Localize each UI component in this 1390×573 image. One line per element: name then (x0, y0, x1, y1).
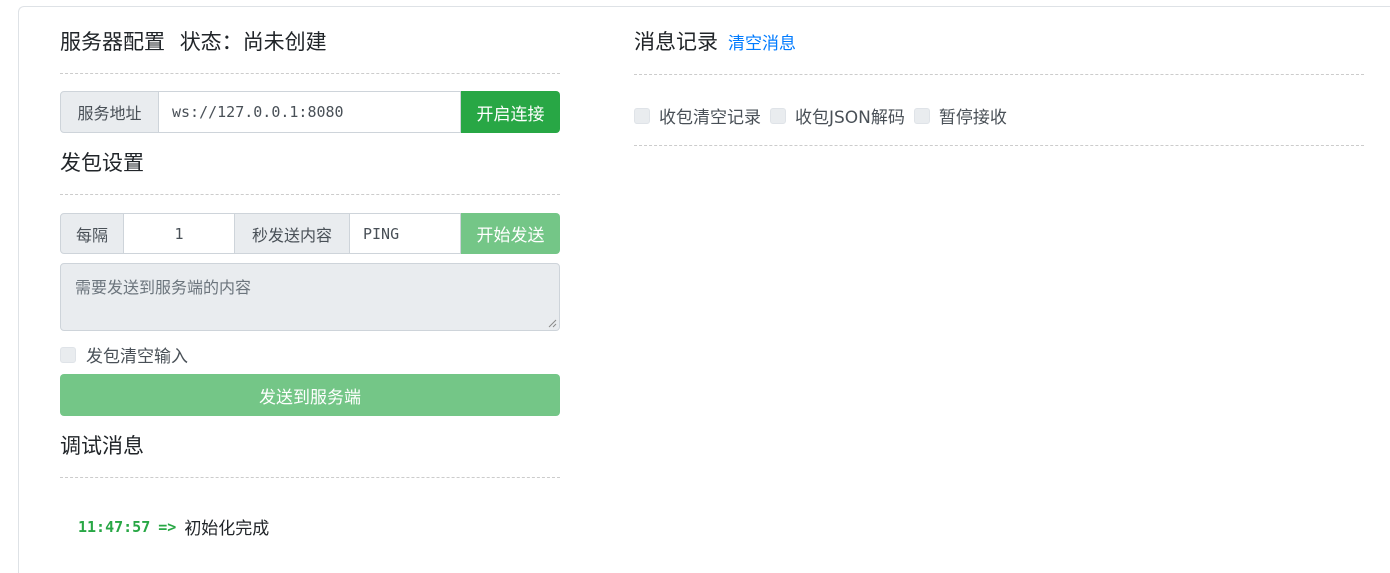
send-to-server-button[interactable]: 发送到服务端 (60, 374, 560, 416)
clear-input-label: 发包清空输入 (86, 347, 188, 367)
clear-records-label[interactable]: 收包清空记录 (659, 103, 761, 128)
message-options: 收包清空记录 收包JSON解码 暂停接收 (634, 103, 1007, 128)
server-address-group: 服务地址 ws://127.0.0.1:8080 开启连接 (60, 91, 560, 133)
log-arrow: => (158, 517, 177, 536)
every-label: 每隔 (60, 213, 124, 254)
interval-input[interactable]: 1 (124, 213, 235, 254)
address-label: 服务地址 (60, 91, 159, 133)
divider (60, 194, 560, 195)
status-label: 状态： (179, 30, 243, 54)
divider (634, 74, 1364, 75)
pause-receive-checkbox[interactable] (913, 107, 930, 124)
textarea-placeholder: 需要发送到服务端的内容 (75, 278, 252, 297)
content-input[interactable]: PING (350, 213, 461, 254)
send-content-textarea[interactable]: 需要发送到服务端的内容 (60, 263, 560, 331)
clear-messages-link[interactable]: 清空消息 (728, 30, 796, 58)
divider (60, 477, 560, 478)
clear-records-checkbox[interactable] (634, 107, 650, 124)
address-input[interactable]: ws://127.0.0.1:8080 (159, 91, 461, 133)
messages-title: 消息记录 (634, 30, 718, 54)
clear-input-checkbox[interactable] (60, 346, 76, 363)
content-label: 秒发送内容 (235, 213, 350, 254)
connect-button[interactable]: 开启连接 (461, 91, 560, 133)
clear-input-option[interactable]: 发包清空输入 (60, 342, 188, 367)
server-config-title: 服务器配置 (60, 30, 165, 54)
send-settings-title: 发包设置 (60, 151, 144, 175)
start-send-button[interactable]: 开始发送 (461, 213, 560, 254)
interval-send-group: 每隔 1 秒发送内容 PING 开始发送 (60, 213, 560, 254)
messages-heading: 消息记录 清空消息 (634, 28, 796, 58)
server-config-heading: 服务器配置 状态：尚未创建 (60, 28, 327, 56)
divider (634, 145, 1364, 146)
log-time: 11:47:57 (78, 517, 151, 536)
json-decode-checkbox[interactable] (770, 107, 786, 124)
log-entry: 11:47:57 => 初始化完成 (78, 514, 270, 540)
resize-handle-icon[interactable] (547, 318, 557, 328)
pause-receive-label[interactable]: 暂停接收 (939, 103, 1007, 128)
status-value: 尚未创建 (242, 30, 327, 54)
debug-title: 调试消息 (60, 434, 144, 458)
log-text: 初始化完成 (184, 519, 270, 539)
divider (60, 73, 560, 74)
json-decode-label[interactable]: 收包JSON解码 (795, 103, 905, 128)
